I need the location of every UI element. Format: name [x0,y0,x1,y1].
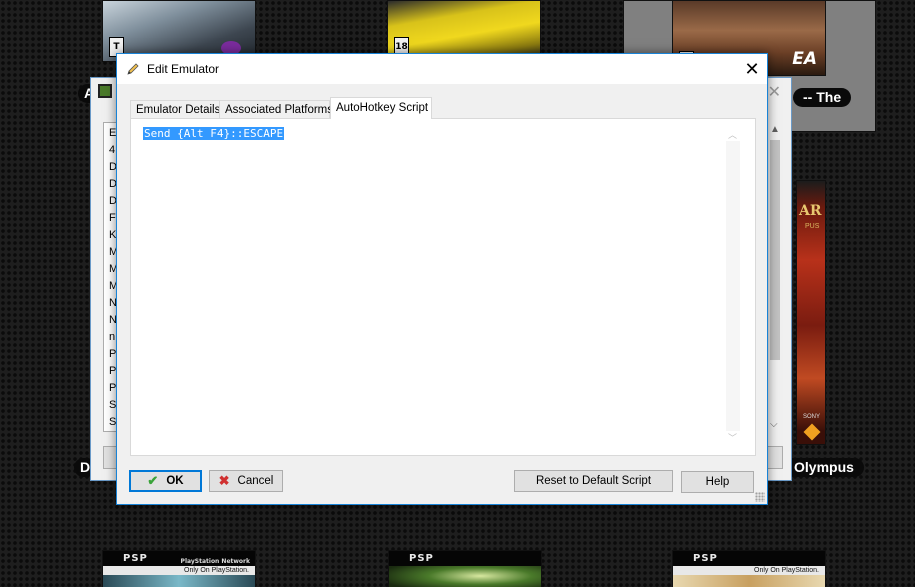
selected-script-text[interactable]: Send {Alt F4}::ESCAPE [143,127,285,140]
script-editor[interactable]: Send {Alt F4}::ESCAPE ︿ ﹀ [131,123,747,448]
checkmark-icon: ✔ [147,473,159,488]
ea-logo: EA [792,49,817,69]
reset-to-default-script-button[interactable]: Reset to Default Script [514,470,673,492]
close-icon[interactable]: ✕ [768,82,781,102]
title-bar[interactable]: Edit Emulator ✕ [117,54,767,84]
chevron-up-icon[interactable]: ︿ [728,128,737,141]
chevron-up-icon[interactable]: ▲ [770,124,780,135]
resize-grip[interactable] [755,492,765,502]
psp-logo: PSP [409,553,434,564]
game-cover-psp-1[interactable]: PSP PlayStation Network Only On PlayStat… [102,550,256,587]
dialog-title: Edit Emulator [147,62,220,76]
x-icon: ✖ [218,473,230,488]
close-icon: ✕ [744,59,760,79]
game-title-pill-olympus: Olympus [784,458,864,477]
game-title-pill-the: -- The [793,88,852,107]
script-text[interactable]: Send {Alt F4}::ESCAPE [143,127,285,141]
emulator-list-item[interactable]: F [109,210,116,227]
close-button[interactable]: ✕ [737,54,767,84]
app-icon [98,84,112,98]
help-button[interactable]: Help [681,471,754,493]
cancel-button[interactable]: ✖ Cancel [209,470,283,492]
playstation-network-label: PlayStation Network [180,558,250,565]
tab-emulator-details[interactable]: Emulator Details [130,100,220,119]
game-cover-psp-3[interactable]: PSP Only On PlayStation. [672,550,826,587]
chevron-down-icon[interactable]: ﹀ [728,431,737,444]
cover-art [673,575,825,587]
only-on-playstation-label: Only On PlayStation. [673,566,825,575]
sony-logo: SONY [803,414,821,420]
cover-title-text: AR [799,203,822,219]
ok-button-label: OK [166,475,184,487]
emulator-list-item[interactable]: 4 [109,142,115,159]
cover-art [103,575,255,587]
psp-logo: PSP [123,553,148,564]
editor-scrollbar[interactable]: ︿ ﹀ [726,127,740,445]
list-scrollbar[interactable]: ▲ ⌵ [767,122,783,432]
psp-band: PSP [673,551,825,566]
cover-art [389,566,541,587]
tab-autohotkey-script[interactable]: AutoHotkey Script [330,97,432,119]
chevron-down-icon[interactable]: ⌵ [770,419,778,430]
game-cover-psp-2[interactable]: PSP [388,550,542,587]
psp-band: PSP [389,551,541,566]
tab-associated-platforms[interactable]: Associated Platforms [219,100,333,119]
edit-emulator-dialog: Edit Emulator ✕ Emulator Details Associa… [116,53,768,505]
scrollbar-thumb[interactable] [770,140,780,360]
scrollbar-track[interactable] [726,141,740,431]
parent-button[interactable] [767,446,783,469]
cancel-button-label: Cancel [237,475,274,487]
cover-subtitle-text: PUS [805,223,820,230]
psp-band: PSP PlayStation Network [103,551,255,566]
game-cover-god-of-war[interactable]: AR PUS SONY [796,180,826,445]
pencil-icon [127,63,139,75]
emulator-list-item[interactable]: n [109,329,115,346]
ok-button[interactable]: ✔ OK [129,470,202,492]
ps-diamond-icon [803,423,821,441]
psp-logo: PSP [693,553,718,564]
